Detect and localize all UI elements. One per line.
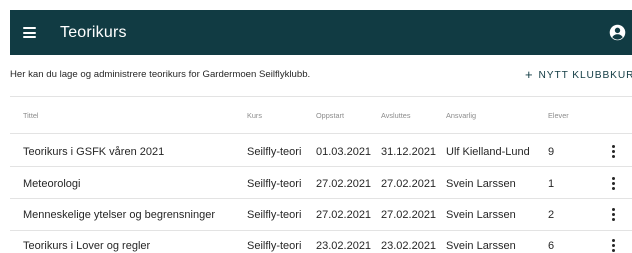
row-course: Seilfly-teori	[247, 240, 302, 252]
intro-text: Her kan du lage og administrere teorikur…	[10, 69, 311, 80]
header-divider	[10, 133, 632, 134]
column-header-students[interactable]: Elever	[548, 111, 569, 120]
new-club-course-button[interactable]: + NYTT KLUBBKURS	[525, 67, 632, 83]
row-course: Seilfly-teori	[247, 178, 302, 190]
row-start-date: 27.02.2021	[316, 178, 372, 190]
column-header-end[interactable]: Avsluttes	[381, 111, 410, 120]
row-course: Seilfly-teori	[247, 209, 302, 221]
plus-icon: +	[525, 67, 534, 82]
row-start-date: 01.03.2021	[316, 146, 372, 158]
row-end-date: 23.02.2021	[381, 240, 437, 252]
row-students: 6	[548, 240, 555, 252]
column-header-start[interactable]: Oppstart	[316, 111, 344, 120]
row-responsible: Ulf Kielland-Lund	[446, 146, 530, 158]
new-club-course-label: NYTT KLUBBKURS	[538, 70, 632, 81]
window-top-border	[0, 0, 632, 10]
row-responsible: Svein Larssen	[446, 178, 516, 190]
row-responsible: Svein Larssen	[446, 240, 516, 252]
row-divider	[10, 166, 632, 167]
more-vert-icon[interactable]	[611, 208, 615, 222]
more-vert-icon[interactable]	[611, 177, 615, 191]
account-circle-icon[interactable]	[609, 24, 626, 41]
row-title: Teorikurs i Lover og regler	[23, 240, 151, 252]
row-divider	[10, 230, 632, 231]
hamburger-menu-icon[interactable]	[23, 27, 36, 38]
intro-divider	[10, 96, 632, 97]
row-end-date: 31.12.2021	[381, 146, 437, 158]
column-header-course[interactable]: Kurs	[247, 111, 262, 120]
row-title: Meteorologi	[23, 178, 81, 190]
row-divider	[10, 198, 632, 199]
row-end-date: 27.02.2021	[381, 209, 437, 221]
row-students: 2	[548, 209, 555, 221]
row-students: 9	[548, 146, 555, 158]
row-start-date: 23.02.2021	[316, 240, 372, 252]
more-vert-icon[interactable]	[611, 239, 615, 253]
column-header-title[interactable]: Tittel	[23, 111, 39, 120]
row-end-date: 27.02.2021	[381, 178, 437, 190]
column-header-responsible[interactable]: Ansvarlig	[446, 111, 476, 120]
row-responsible: Svein Larssen	[446, 209, 516, 221]
row-title: Teorikurs i GSFK våren 2021	[23, 146, 165, 158]
app-bar: Teorikurs	[10, 10, 632, 55]
row-course: Seilfly-teori	[247, 146, 302, 158]
row-title: Menneskelige ytelser og begrensninger	[23, 209, 216, 221]
row-students: 1	[548, 178, 555, 190]
row-start-date: 27.02.2021	[316, 209, 372, 221]
more-vert-icon[interactable]	[611, 145, 615, 159]
page-title: Teorikurs	[60, 24, 127, 41]
